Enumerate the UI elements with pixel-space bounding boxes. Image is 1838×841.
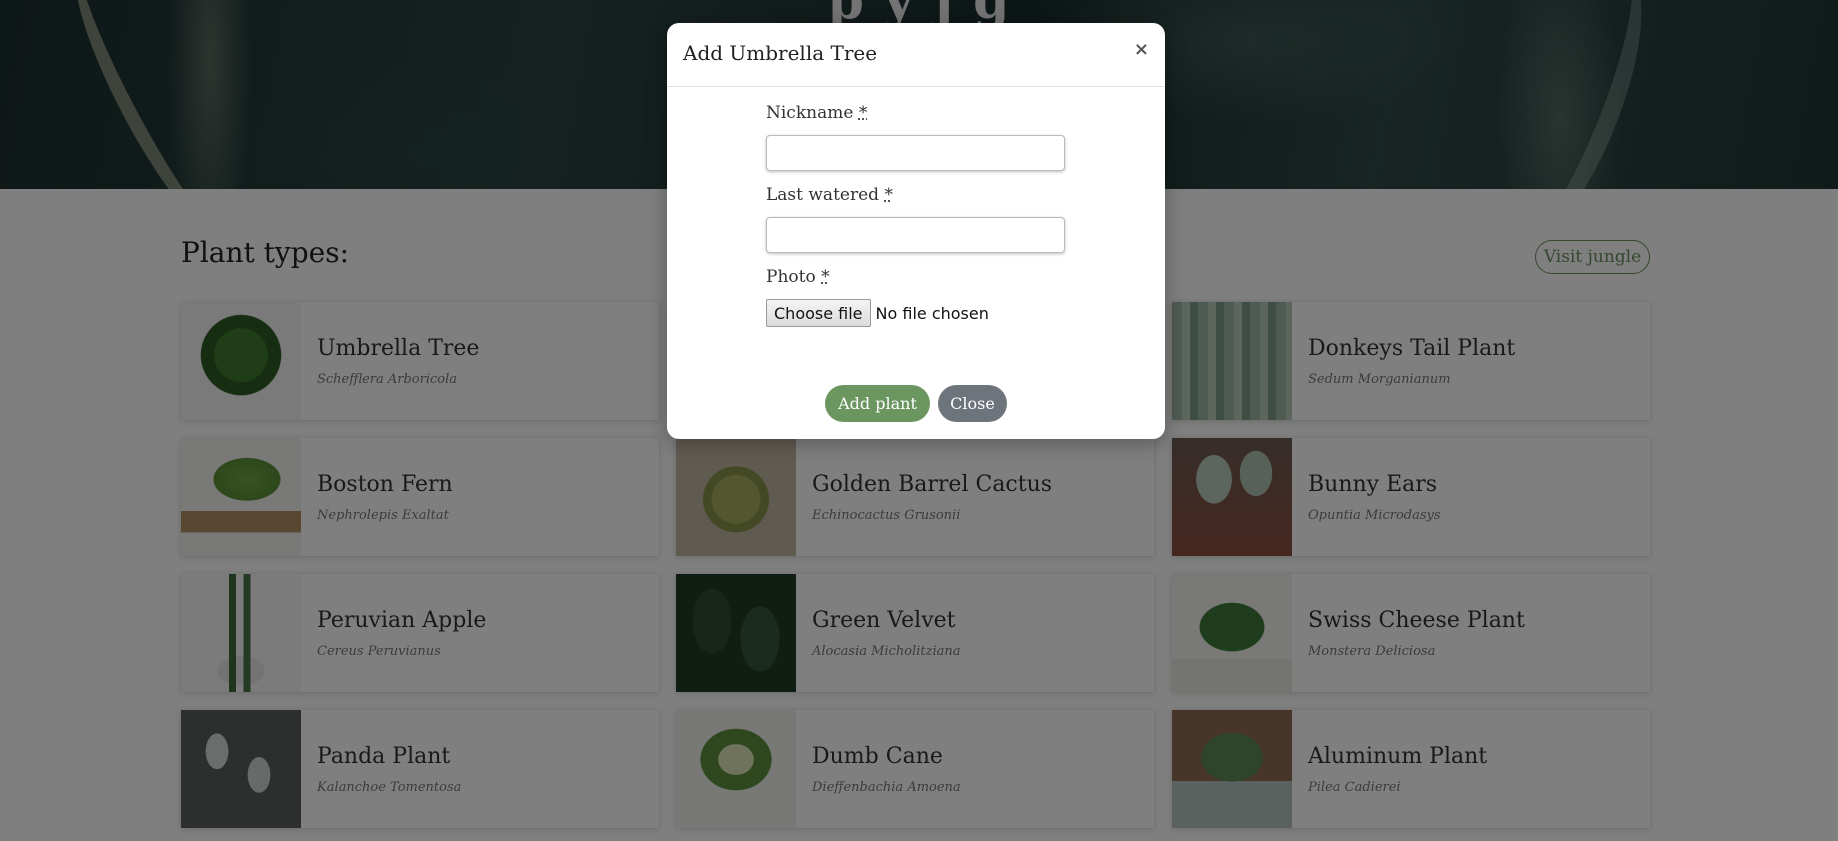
add-plant-dialog: Add Umbrella Tree × Nickname * Last wate… xyxy=(667,23,1165,439)
nickname-input[interactable] xyxy=(766,135,1065,171)
add-plant-form: Nickname * Last watered * Photo * Choose… xyxy=(766,103,1065,327)
required-mark: * xyxy=(884,185,893,205)
modal-title: Add Umbrella Tree xyxy=(683,41,878,65)
file-status: No file chosen xyxy=(875,303,989,323)
close-button[interactable]: Close xyxy=(938,385,1007,422)
close-icon[interactable]: × xyxy=(1134,39,1149,60)
photo-file-input[interactable]: Choose file No file chosen xyxy=(766,299,1065,327)
nickname-label: Nickname * xyxy=(766,103,868,123)
add-plant-button[interactable]: Add plant xyxy=(825,385,930,422)
last-watered-input[interactable] xyxy=(766,217,1065,253)
modal-header: Add Umbrella Tree × xyxy=(667,23,1165,87)
required-mark: * xyxy=(821,267,830,287)
required-mark: * xyxy=(858,103,868,123)
last-watered-label: Last watered * xyxy=(766,185,893,205)
choose-file-button[interactable]: Choose file xyxy=(766,299,871,327)
photo-label: Photo * xyxy=(766,267,830,287)
